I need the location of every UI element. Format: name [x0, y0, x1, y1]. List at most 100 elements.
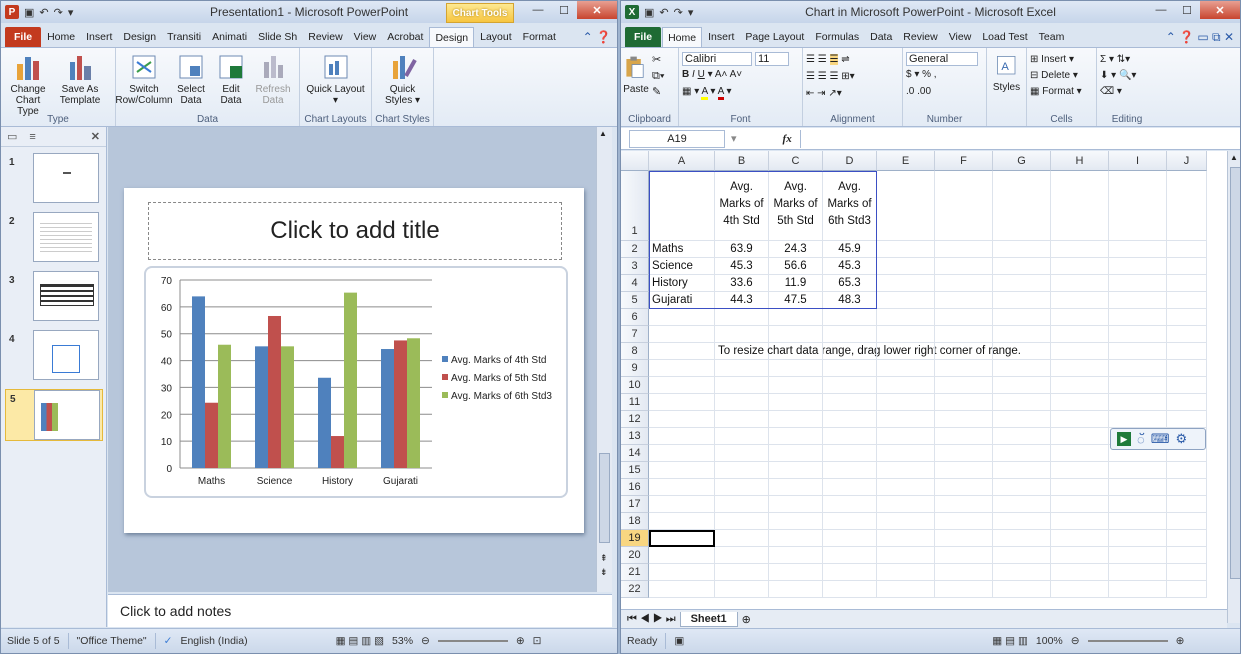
- cell[interactable]: [935, 479, 993, 496]
- maximize-button[interactable]: ☐: [551, 1, 577, 19]
- cell[interactable]: [649, 326, 715, 343]
- worksheet-grid[interactable]: A B C D E F G H I J 1 Avg. Marks of 4th Std Avg. Marks …: [621, 151, 1227, 609]
- clear-icon[interactable]: ⌫ ▾: [1100, 84, 1154, 100]
- cell[interactable]: [993, 258, 1051, 275]
- cell[interactable]: [877, 292, 935, 309]
- number-format-box[interactable]: General: [906, 52, 978, 66]
- tab-design[interactable]: Design: [118, 27, 161, 47]
- cell[interactable]: [649, 445, 715, 462]
- cell[interactable]: [1167, 581, 1207, 598]
- sheet-nav-icons[interactable]: ⏮ ◀ ▶ ⏭: [627, 613, 676, 626]
- clustered-bar-chart[interactable]: 0 10 20 30 40 50 60 70 Maths Science History Gujara…: [146, 268, 566, 496]
- cell[interactable]: [769, 445, 823, 462]
- cell[interactable]: [649, 479, 715, 496]
- cell[interactable]: [935, 377, 993, 394]
- cell[interactable]: [1167, 377, 1207, 394]
- macro-record-icon[interactable]: ▣: [674, 635, 684, 647]
- cell[interactable]: [1051, 428, 1109, 445]
- cell[interactable]: [935, 411, 993, 428]
- cell[interactable]: [935, 394, 993, 411]
- fill-find-icons[interactable]: ⬇ ▾ 🔍▾: [1100, 68, 1154, 84]
- delete-cells-button[interactable]: ⊟ Delete ▾: [1030, 68, 1093, 84]
- cell[interactable]: 65.3: [823, 275, 877, 292]
- cell[interactable]: [769, 581, 823, 598]
- cell[interactable]: [649, 547, 715, 564]
- cell[interactable]: [935, 258, 993, 275]
- cell[interactable]: [877, 258, 935, 275]
- cell[interactable]: [935, 360, 993, 377]
- tab-view[interactable]: View: [349, 27, 382, 47]
- row-header[interactable]: 4: [621, 275, 649, 292]
- cell[interactable]: [1167, 479, 1207, 496]
- font-name-box[interactable]: Calibri: [682, 52, 752, 66]
- cell[interactable]: [993, 171, 1051, 241]
- cell[interactable]: [877, 547, 935, 564]
- font-size-box[interactable]: 11: [755, 52, 789, 66]
- slide-thumbnail-3[interactable]: 3: [5, 271, 103, 323]
- redo-icon[interactable]: ↷: [54, 6, 63, 19]
- cell[interactable]: [1109, 462, 1167, 479]
- tab-design[interactable]: Design: [429, 27, 475, 47]
- row-header[interactable]: 22: [621, 581, 649, 598]
- row-header[interactable]: 11: [621, 394, 649, 411]
- column-header[interactable]: H: [1051, 151, 1109, 171]
- cell[interactable]: [993, 394, 1051, 411]
- tab-file[interactable]: File: [5, 27, 42, 47]
- chart-object[interactable]: 0 10 20 30 40 50 60 70 Maths Science History Gujara…: [144, 266, 568, 498]
- column-header[interactable]: D: [823, 151, 877, 171]
- cell[interactable]: [769, 360, 823, 377]
- cell[interactable]: [1167, 275, 1207, 292]
- cell[interactable]: [1167, 513, 1207, 530]
- cell[interactable]: [935, 462, 993, 479]
- cell[interactable]: [935, 275, 993, 292]
- cell[interactable]: [1167, 241, 1207, 258]
- row-header[interactable]: 1: [621, 171, 649, 241]
- cell[interactable]: [649, 377, 715, 394]
- cell[interactable]: [1109, 564, 1167, 581]
- cell[interactable]: 11.9: [769, 275, 823, 292]
- cell[interactable]: [823, 513, 877, 530]
- tab-animati[interactable]: Animati: [207, 27, 252, 47]
- cell[interactable]: Science: [649, 258, 715, 275]
- cell[interactable]: [877, 326, 935, 343]
- cell[interactable]: [649, 360, 715, 377]
- row-header[interactable]: 13: [621, 428, 649, 445]
- cell[interactable]: [823, 360, 877, 377]
- font-color-buttons[interactable]: ▦ ▾ A ▾ A ▾: [682, 84, 799, 100]
- slide-thumbnail-2[interactable]: 2: [5, 212, 103, 264]
- insert-sheet-icon[interactable]: ⊕: [742, 613, 751, 626]
- column-header[interactable]: J: [1167, 151, 1207, 171]
- row-header[interactable]: 12: [621, 411, 649, 428]
- cell[interactable]: Gujarati: [649, 292, 715, 309]
- cell[interactable]: [769, 479, 823, 496]
- cell[interactable]: [823, 428, 877, 445]
- row-header[interactable]: 5: [621, 292, 649, 309]
- tab-load-test[interactable]: Load Test: [977, 27, 1032, 47]
- close-pane-icon[interactable]: ✕: [91, 130, 106, 143]
- cell[interactable]: 44.3: [715, 292, 769, 309]
- cell[interactable]: [1051, 479, 1109, 496]
- cell[interactable]: [935, 564, 993, 581]
- tab-data[interactable]: Data: [865, 27, 897, 47]
- undo-icon[interactable]: ↶: [39, 6, 48, 19]
- cell[interactable]: [649, 462, 715, 479]
- cell[interactable]: [935, 530, 993, 547]
- cell[interactable]: [993, 241, 1051, 258]
- cell[interactable]: [715, 530, 769, 547]
- zoom-in-icon[interactable]: ⊕: [1176, 635, 1185, 647]
- cell[interactable]: [1167, 171, 1207, 241]
- cell[interactable]: [993, 360, 1051, 377]
- cell[interactable]: [993, 496, 1051, 513]
- settings-gear-icon[interactable]: ⚙: [1176, 431, 1188, 447]
- cell[interactable]: [649, 428, 715, 445]
- row-header[interactable]: 17: [621, 496, 649, 513]
- cell[interactable]: [1051, 377, 1109, 394]
- cell[interactable]: [1051, 360, 1109, 377]
- row-header[interactable]: 3: [621, 258, 649, 275]
- zoom-out-icon[interactable]: ⊖: [1071, 635, 1080, 647]
- cell[interactable]: [769, 343, 823, 360]
- tab-format[interactable]: Format: [518, 27, 561, 47]
- language-toolbar[interactable]: ▶ ॅ ⌨ ⚙: [1110, 428, 1206, 450]
- cell[interactable]: [877, 343, 935, 360]
- align-top-icons[interactable]: ☰ ☰ ☰ ⇌: [806, 52, 899, 68]
